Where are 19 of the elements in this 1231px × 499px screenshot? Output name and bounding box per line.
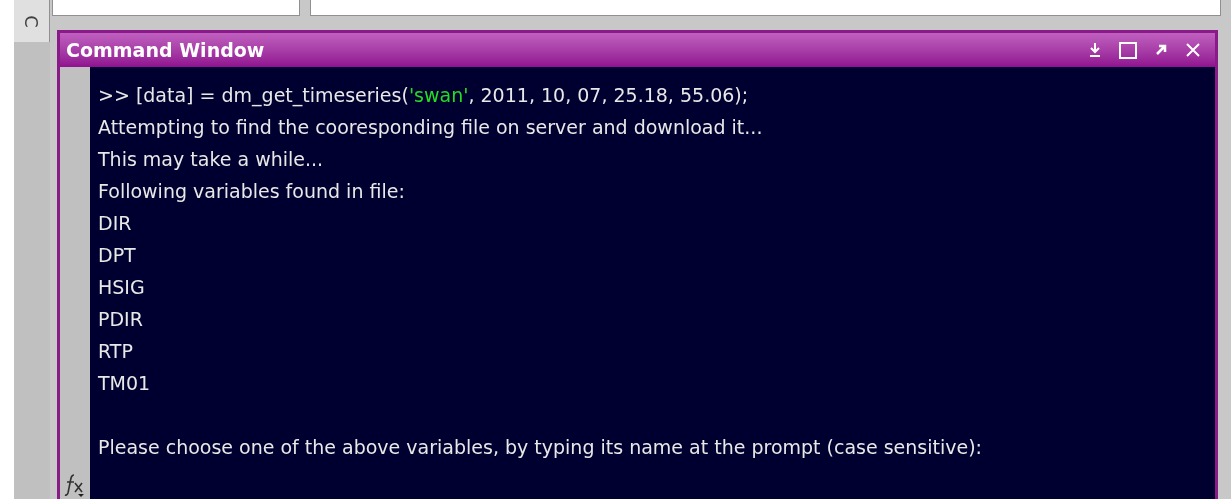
console-line: RTP xyxy=(98,339,134,364)
console-line: TM01 xyxy=(98,371,152,396)
side-tab[interactable]: C xyxy=(14,0,50,42)
console-line: PDIR xyxy=(98,307,144,332)
console-line: DPT xyxy=(98,243,137,268)
window-title: Command Window xyxy=(66,37,265,63)
console-line: DIR xyxy=(98,211,133,236)
console-line: HSIG xyxy=(98,275,146,300)
undock-arrow-icon[interactable] xyxy=(1155,44,1167,56)
dock-icon[interactable] xyxy=(1089,42,1101,58)
console-line: Please choose one of the above variables, by typing its name at the prompt (case sensitive): xyxy=(98,435,983,460)
function-browser-button[interactable] xyxy=(64,473,86,497)
console-line: Attempting to find the cooresponding file on server and download it... xyxy=(98,115,764,140)
console-line: >> [data] = dm_get_timeseries('swan', 2011, 10, 07, 25.18, 55.06); xyxy=(98,83,750,109)
close-icon[interactable] xyxy=(1185,42,1201,58)
maximize-icon[interactable] xyxy=(1119,41,1137,59)
fx-icon xyxy=(64,473,86,497)
console-line: Following variables found in file: xyxy=(98,179,406,204)
console-line: This may take a while... xyxy=(98,147,325,172)
